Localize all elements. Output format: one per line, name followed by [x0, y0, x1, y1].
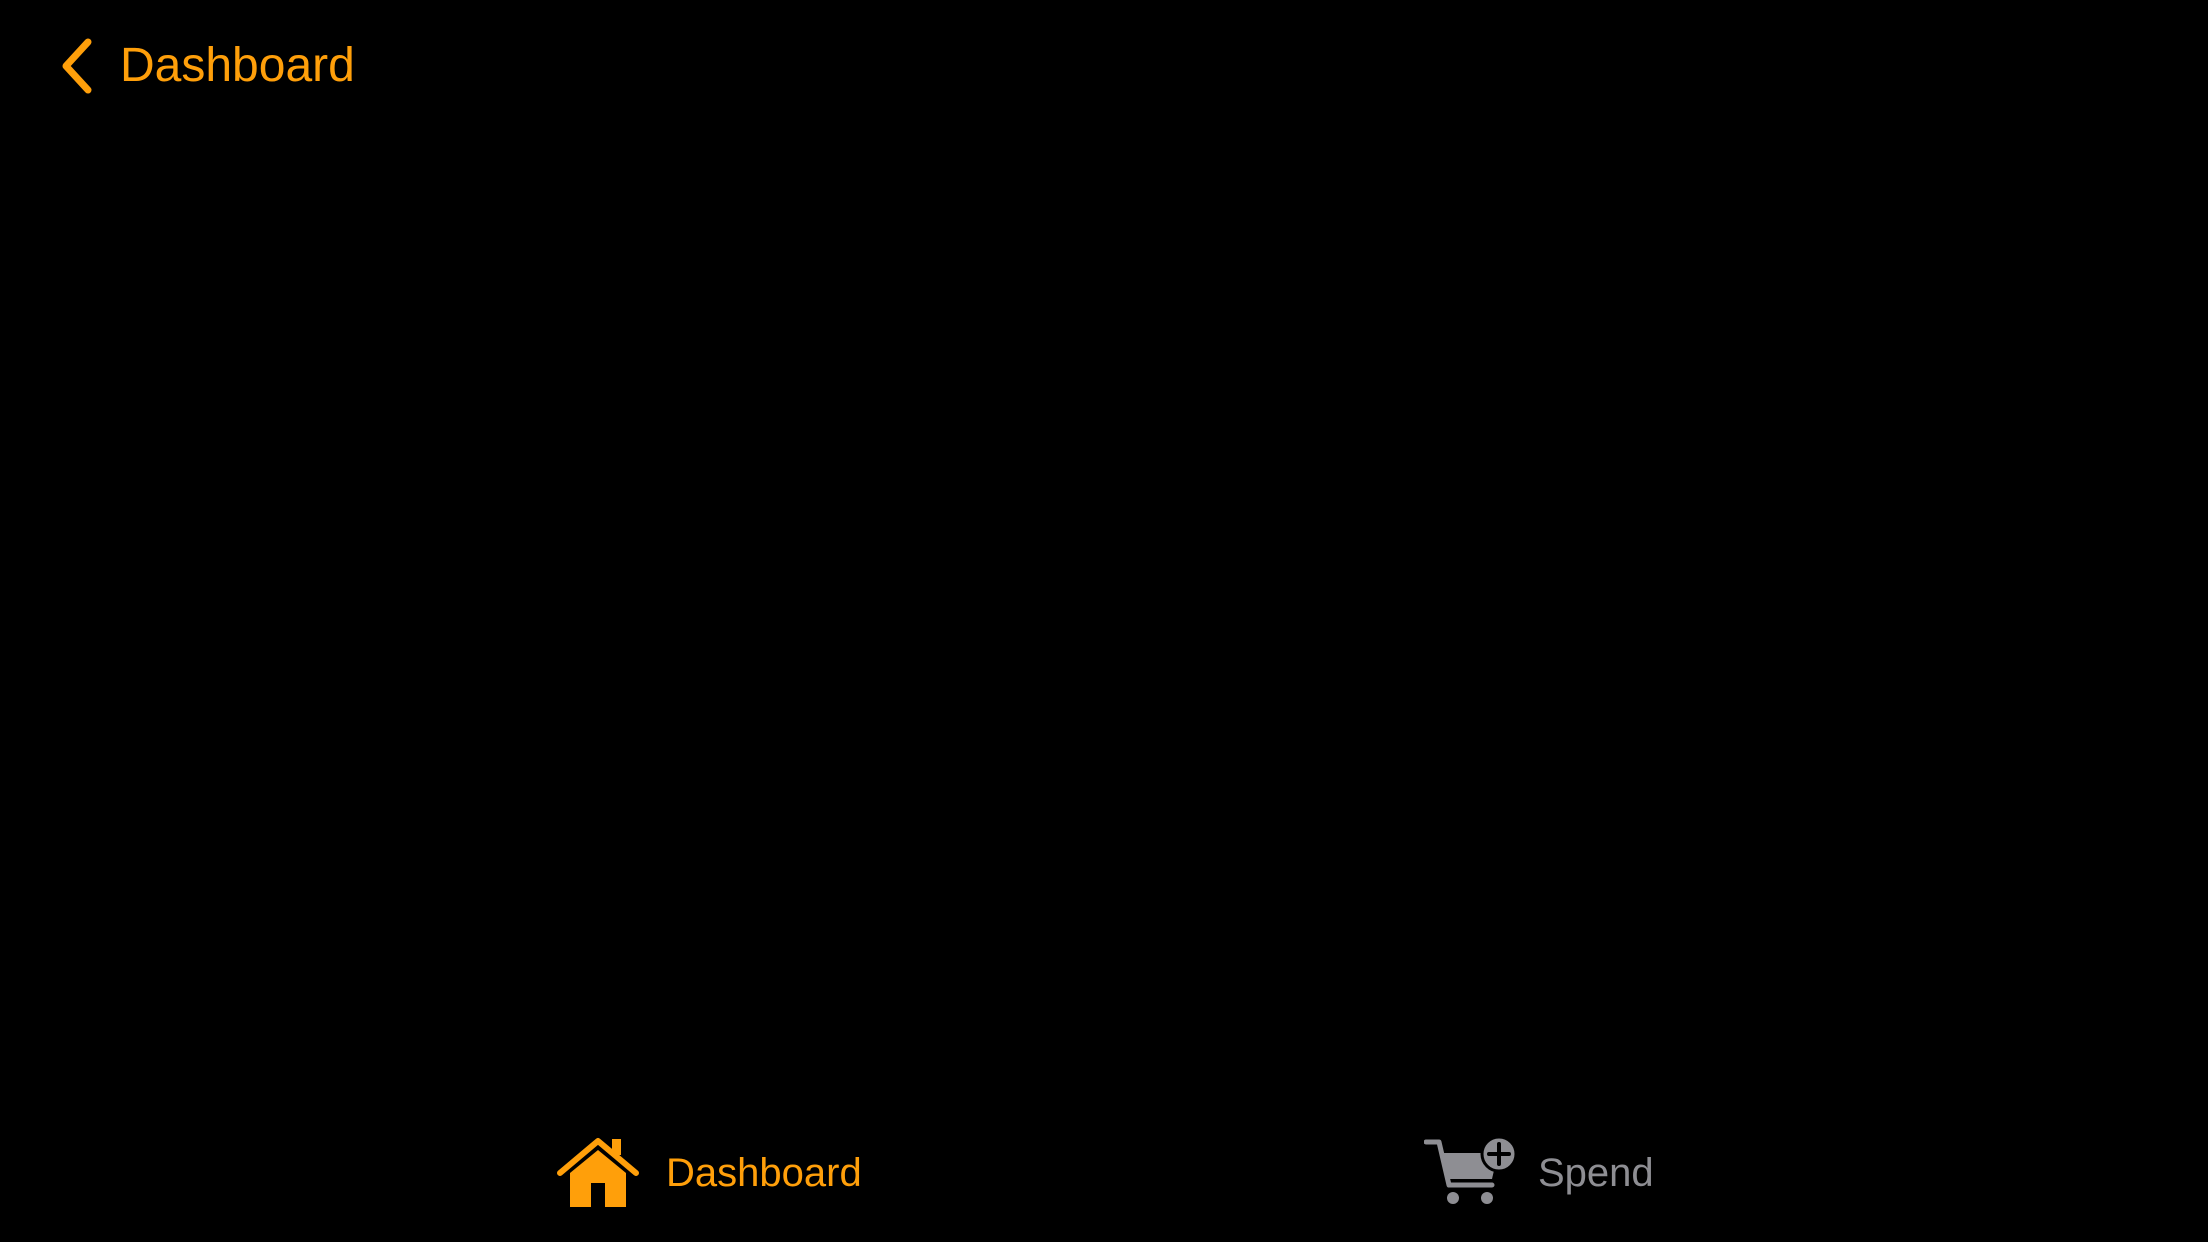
- main-content: [0, 130, 2208, 1090]
- tab-dashboard-label: Dashboard: [666, 1151, 862, 1195]
- tab-bar: Dashboard Spend: [0, 1100, 2208, 1242]
- navigation-bar: Dashboard: [0, 0, 2208, 130]
- tab-spend-label: Spend: [1538, 1151, 1654, 1195]
- back-button-label: Dashboard: [120, 39, 355, 92]
- house-icon: [556, 1135, 640, 1211]
- tab-spend[interactable]: Spend: [1424, 1128, 1654, 1218]
- cart-plus-icon: [1424, 1135, 1520, 1211]
- back-button[interactable]: Dashboard: [60, 30, 355, 102]
- tab-dashboard[interactable]: Dashboard: [556, 1128, 862, 1218]
- chevron-left-icon: [60, 37, 94, 95]
